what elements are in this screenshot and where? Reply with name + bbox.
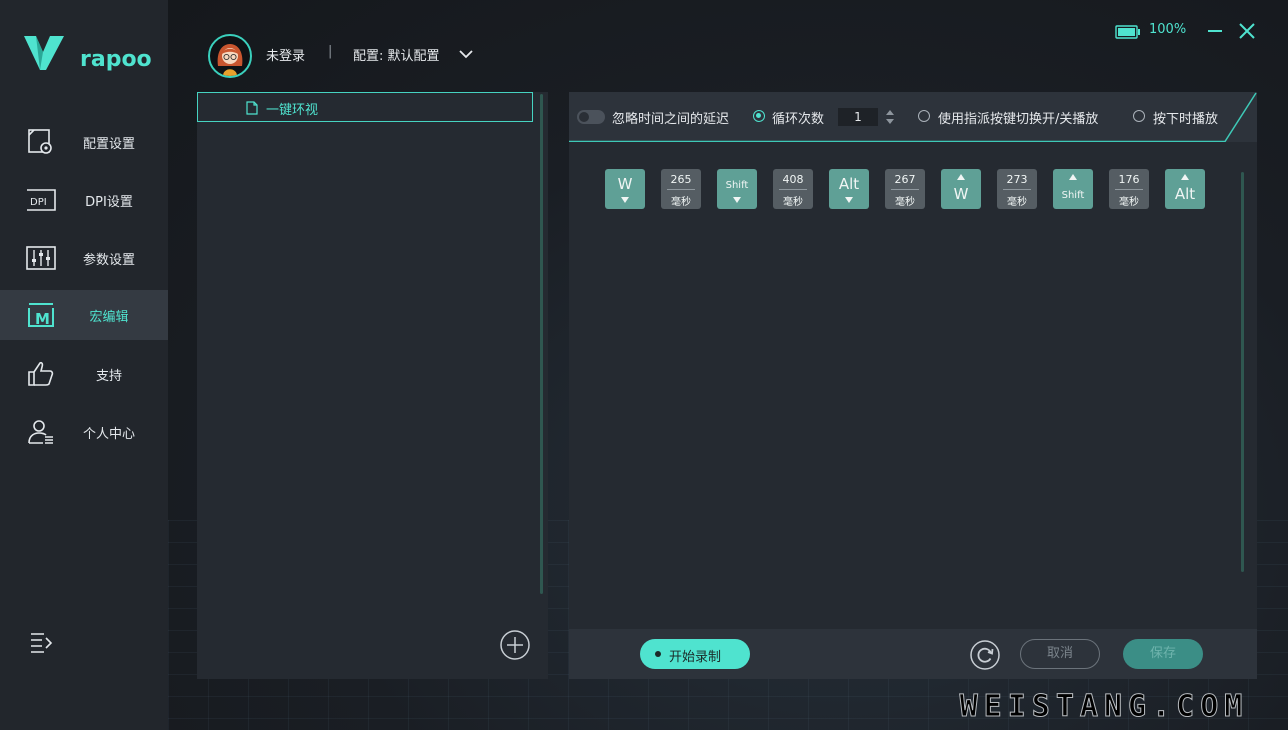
loop-mode-label: 循环次数 bbox=[772, 112, 825, 127]
arrow-down-icon bbox=[733, 197, 741, 203]
action-key[interactable]: Shift bbox=[717, 169, 757, 209]
user-center-icon bbox=[26, 418, 56, 446]
thumbs-up-icon bbox=[26, 360, 56, 388]
delay-unit: 毫秒 bbox=[1007, 197, 1027, 208]
macro-editor-panel: 忽略时间之间的延迟 循环次数 1 使用指派按键切换开/关播放 按下时播放 W 2… bbox=[569, 92, 1257, 679]
avatar[interactable] bbox=[208, 34, 252, 78]
ignore-delay-label: 忽略时间之间的延迟 bbox=[612, 112, 730, 127]
sidebar-item-profile-settings[interactable]: 配置设置 bbox=[0, 117, 168, 167]
config-selector-label[interactable]: 配置: 默认配置 bbox=[353, 45, 440, 64]
delay-value: 408 bbox=[782, 173, 804, 186]
action-delay[interactable]: 265 毫秒 bbox=[661, 169, 701, 209]
action-delay[interactable]: 176 毫秒 bbox=[1109, 169, 1149, 209]
editor-toolbar: 忽略时间之间的延迟 循环次数 1 使用指派按键切换开/关播放 按下时播放 bbox=[569, 92, 1257, 142]
delay-unit: 毫秒 bbox=[895, 197, 915, 208]
action-key[interactable]: Alt bbox=[1165, 169, 1205, 209]
sliders-icon bbox=[26, 244, 56, 272]
start-record-button[interactable]: 开始录制 bbox=[640, 639, 750, 669]
list-item[interactable]: 一键环视 bbox=[197, 92, 533, 122]
sidebar-item-label: 宏编辑 bbox=[89, 309, 129, 325]
action-delay[interactable]: 408 毫秒 bbox=[773, 169, 813, 209]
macro-list-panel: 一键环视 bbox=[197, 92, 548, 679]
action-delay[interactable]: 273 毫秒 bbox=[997, 169, 1037, 209]
battery-icon bbox=[1115, 24, 1141, 39]
add-macro-button[interactable] bbox=[499, 629, 531, 661]
logo-text: rapoo bbox=[80, 47, 152, 72]
sidebar-item-macro-editor[interactable]: M 宏编辑 bbox=[0, 290, 168, 340]
delay-value: 273 bbox=[1006, 173, 1028, 186]
record-dot-icon bbox=[655, 651, 661, 657]
macro-name: 一键环视 bbox=[266, 103, 319, 118]
save-button[interactable]: 保存 bbox=[1123, 639, 1203, 669]
scrollbar[interactable] bbox=[1241, 172, 1244, 572]
action-delay[interactable]: 267 毫秒 bbox=[885, 169, 925, 209]
delay-value: 176 bbox=[1118, 173, 1140, 186]
sidebar-item-user-center[interactable]: 个人中心 bbox=[0, 407, 168, 457]
delay-unit: 毫秒 bbox=[783, 197, 803, 208]
action-key[interactable]: W bbox=[941, 169, 981, 209]
ignore-delay-toggle[interactable] bbox=[577, 110, 605, 124]
action-key-label: Alt bbox=[838, 175, 860, 193]
close-icon[interactable] bbox=[1238, 22, 1256, 40]
action-key-label: W bbox=[953, 185, 969, 203]
chevron-down-icon[interactable] bbox=[458, 46, 474, 60]
action-key[interactable]: W bbox=[605, 169, 645, 209]
user-name[interactable]: 未登录 bbox=[266, 45, 305, 64]
watermark: WEISTANG.COM bbox=[959, 689, 1249, 724]
cancel-button[interactable]: 取消 bbox=[1020, 639, 1100, 669]
delay-unit: 毫秒 bbox=[1119, 197, 1139, 208]
editor-bottom-bar: 开始录制 取消 保存 bbox=[569, 629, 1257, 679]
dpi-icon: DPI bbox=[26, 186, 56, 214]
sidebar-item-label: 配置设置 bbox=[82, 136, 135, 152]
macro-icon: M bbox=[26, 301, 56, 329]
scrollbar[interactable] bbox=[540, 94, 543, 594]
refresh-icon[interactable] bbox=[969, 639, 1001, 671]
action-key-label: W bbox=[617, 175, 633, 193]
loop-count-stepper[interactable] bbox=[884, 108, 896, 126]
action-key[interactable]: Alt bbox=[829, 169, 869, 209]
loop-count-input[interactable]: 1 bbox=[838, 108, 878, 126]
battery-level: 100% bbox=[1149, 22, 1187, 37]
svg-text:DPI: DPI bbox=[30, 197, 47, 208]
svg-text:M: M bbox=[35, 310, 50, 328]
delay-value: 265 bbox=[670, 173, 692, 186]
toggle-play-radio[interactable] bbox=[918, 110, 930, 122]
delay-value: 267 bbox=[894, 173, 916, 186]
hold-play-radio[interactable] bbox=[1133, 110, 1145, 122]
delay-unit: 毫秒 bbox=[671, 197, 691, 208]
arrow-down-icon bbox=[845, 197, 853, 203]
menu-collapse-icon[interactable] bbox=[28, 630, 56, 656]
sidebar-item-label: 个人中心 bbox=[82, 426, 135, 442]
action-key-label: Shift bbox=[725, 180, 749, 191]
toggle-play-label: 使用指派按键切换开/关播放 bbox=[938, 112, 1099, 127]
sidebar: rapoo 配置设置 DPI DPI设置 参数设置 M 宏编辑 支持 个人中心 bbox=[0, 0, 168, 730]
sidebar-item-label: DPI设置 bbox=[85, 194, 133, 210]
action-key-label: Shift bbox=[1061, 190, 1085, 201]
loop-mode-radio[interactable] bbox=[753, 110, 765, 122]
profile-settings-icon bbox=[26, 128, 56, 156]
sidebar-item-parameter-settings[interactable]: 参数设置 bbox=[0, 233, 168, 283]
header-separator: | bbox=[328, 44, 333, 59]
sidebar-item-dpi-settings[interactable]: DPI DPI设置 bbox=[0, 175, 168, 225]
rapoo-logo: rapoo bbox=[22, 32, 152, 74]
sidebar-item-label: 支持 bbox=[95, 368, 122, 384]
macro-actions-area bbox=[569, 142, 1257, 629]
action-key[interactable]: Shift bbox=[1053, 169, 1093, 209]
action-key-label: Alt bbox=[1174, 185, 1196, 203]
arrow-up-icon bbox=[957, 174, 965, 180]
sidebar-item-label: 参数设置 bbox=[82, 252, 135, 268]
arrow-up-icon bbox=[1069, 174, 1077, 180]
arrow-up-icon bbox=[1181, 174, 1189, 180]
minimize-icon[interactable] bbox=[1206, 22, 1224, 40]
hold-play-label: 按下时播放 bbox=[1153, 112, 1219, 127]
arrow-down-icon bbox=[621, 197, 629, 203]
sidebar-item-support[interactable]: 支持 bbox=[0, 349, 168, 399]
file-icon bbox=[246, 100, 258, 115]
